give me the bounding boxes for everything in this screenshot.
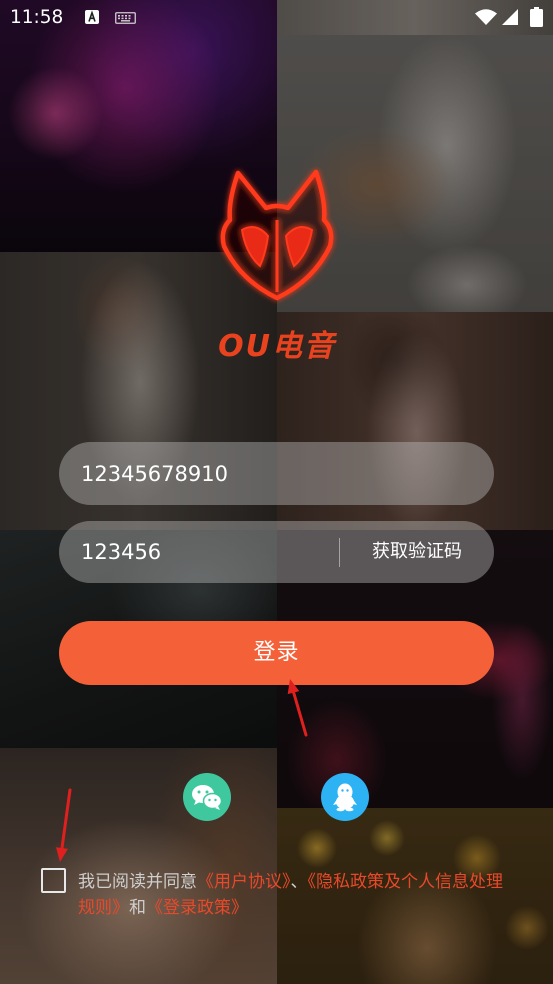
wifi-icon	[475, 9, 497, 25]
login-button[interactable]: 登录	[59, 621, 494, 685]
wechat-login-button[interactable]	[183, 773, 231, 821]
qq-login-button[interactable]	[321, 773, 369, 821]
agreement-checkbox[interactable]	[41, 868, 66, 893]
code-field: 获取验证码	[59, 521, 494, 583]
phone-field	[59, 442, 494, 505]
login-screen: 11:58 OU电音 12345678910 123456 获取验证码 登录 我…	[0, 0, 553, 984]
wechat-icon	[192, 785, 223, 810]
fox-head-logo-icon	[220, 169, 334, 301]
keyboard-icon	[115, 12, 136, 24]
brand-name: OU电音	[218, 329, 336, 364]
signal-icon	[502, 9, 518, 25]
login-policy-link[interactable]: 《登录政策》	[146, 898, 248, 918]
get-code-button[interactable]: 获取验证码	[340, 521, 494, 583]
qq-icon	[333, 783, 357, 812]
verification-code-input[interactable]	[81, 521, 331, 583]
user-agreement-link[interactable]: 《用户协议》	[197, 872, 291, 892]
agreement-text: 我已阅读并同意《用户协议》、《隐私政策及个人信息处理规则》和《登录政策》	[78, 869, 510, 921]
agreement-separator: 、	[290, 872, 308, 892]
agreement-prefix: 我已阅读并同意	[78, 872, 197, 892]
status-time: 11:58	[10, 7, 64, 28]
a-badge-icon	[85, 10, 99, 24]
battery-icon	[530, 7, 543, 27]
agreement-conjunction: 和	[129, 898, 146, 918]
phone-input[interactable]	[81, 442, 471, 505]
